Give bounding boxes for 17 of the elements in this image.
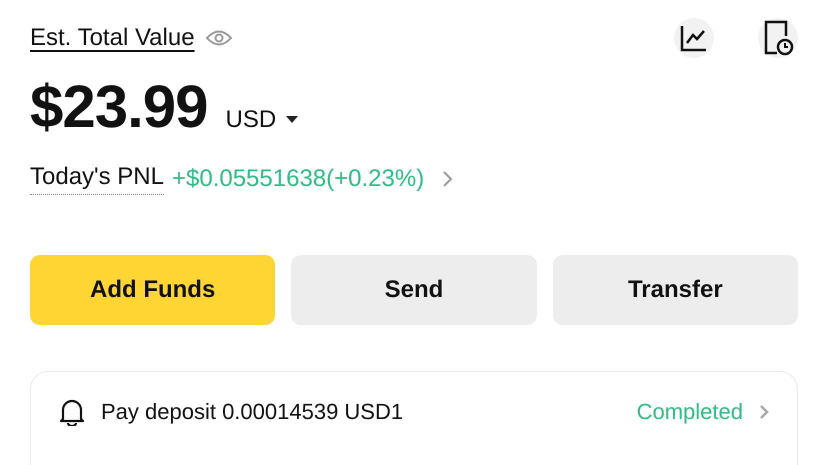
caret-icon	[286, 116, 298, 124]
history-icon[interactable]	[758, 18, 798, 58]
eye-icon[interactable]	[204, 28, 233, 48]
pnl-value: +$0.05551638(+0.23%)	[172, 165, 424, 193]
pnl-label[interactable]: Today's PNL	[30, 163, 164, 195]
section-title[interactable]: Est. Total Value	[30, 24, 195, 52]
chevron-right-icon[interactable]	[442, 170, 454, 188]
action-button[interactable]: Send	[291, 255, 537, 325]
action-button[interactable]: Add Funds	[30, 255, 276, 325]
bell-icon	[59, 398, 85, 426]
chevron-right-icon[interactable]	[759, 404, 769, 420]
action-button[interactable]: Transfer	[552, 255, 798, 325]
notification-text[interactable]: Pay deposit 0.00014539 USD1	[101, 399, 621, 425]
balance-amount: $23.99	[30, 72, 208, 141]
currency-selector[interactable]: USD	[226, 106, 298, 134]
status-text: Completed	[636, 399, 743, 425]
chart-icon[interactable]	[674, 18, 714, 58]
